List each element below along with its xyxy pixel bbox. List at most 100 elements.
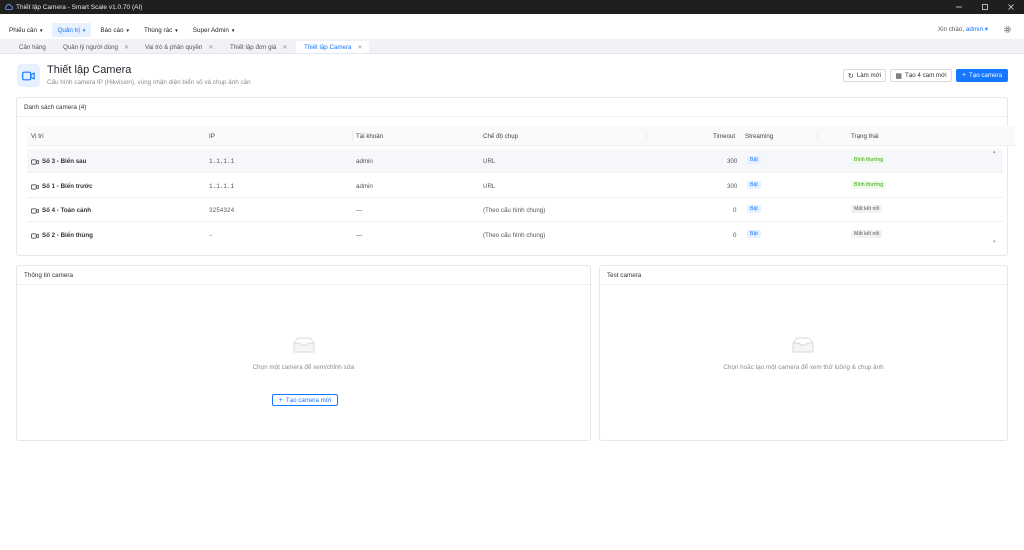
cell-capture-mode: URL [483,183,496,190]
menu-label: Thùng rác [143,26,173,34]
cell-account: admin [356,158,373,165]
column-divider [646,131,647,141]
camera-list-card: Danh sách camera (4) Vị trí IP Tài khoản… [16,97,1015,256]
close-tab-icon[interactable]: ✕ [282,44,287,51]
minimize-button[interactable] [946,0,972,14]
table-row[interactable]: Số 2 - Biển thùng – — (Theo cấu hình chu… [27,223,1003,247]
location-text: Số 4 - Toàn cảnh [42,207,92,214]
camera-icon [31,183,39,190]
refresh-button[interactable]: ↻ Làm mới [843,69,886,82]
menu-label: Super Admin [192,26,229,34]
streaming-badge: Bật [747,156,761,164]
minimize-icon [956,6,962,8]
create-camera-label: Tạo camera [969,72,1003,79]
scroll-down-arrow[interactable]: ▾ [993,239,996,245]
cell-location: Số 1 - Biển trước [31,183,92,190]
create-new-camera-label: Tạo camera mới [285,396,332,404]
table-row[interactable]: Số 3 - Biển sau 1.1.1.1 admin URL 300 Bậ… [27,149,1003,173]
tab-label: Cân hàng [19,43,46,51]
create-4-cameras-button[interactable]: ▦ Tạo 4 cam mới [890,69,952,82]
close-tab-icon[interactable]: ✕ [124,44,129,51]
greeting-text: Xin chào, [937,26,965,33]
cell-location: Số 3 - Biển sau [31,158,86,165]
table-header: Vị trí IP Tài khoản Chế độ chụp Timeout … [27,126,1015,146]
user-menu[interactable]: admin ▾ [966,26,988,33]
tab-label: Thiết lập Camera [304,43,352,51]
caret-down-icon: ▼ [81,27,87,33]
cloud-icon [4,4,13,10]
tab-label: Thiết lập đơn giá [230,43,277,51]
column-divider [817,131,818,141]
cell-ip: 1.1.1.1 [209,183,235,190]
camera-info-card: Thông tin camera Chọn một camera để xem/… [16,265,591,441]
tab-thiet-lap-camera[interactable]: Thiết lập Camera ✕ [296,41,369,53]
cell-location: Số 4 - Toàn cảnh [31,207,91,214]
page-title: Thiết lập Camera [47,64,132,76]
col-header-ip: IP [209,133,215,140]
refresh-label: Làm mới [856,72,882,79]
streaming-badge: Bật [747,205,761,213]
caret-down-icon: ▼ [125,27,130,33]
column-divider [352,131,353,141]
table-row[interactable]: Số 1 - Biển trước 1.1.1.1 admin URL 300 … [27,174,1003,198]
cell-timeout: 0 [733,232,737,239]
camera-info-title: Thông tin camera [17,266,590,285]
test-camera-card: Test camera Chọn hoặc tạo một camera để … [599,265,1008,441]
tab-bar: Cân hàng Quản lý người dùng ✕ Vai trò & p… [0,39,1024,54]
menu-quan-tri[interactable]: Quản trị ▼ [52,23,92,37]
menu-label: Phiếu cân [9,26,38,34]
caret-down-icon: ▼ [174,27,179,33]
col-header-streaming: Streaming [745,133,774,140]
gear-icon[interactable] [1003,25,1012,34]
col-header-timeout: Timeout [713,133,736,140]
page-subtitle: Cấu hình camera IP (Hikvision), vùng nhậ… [47,79,251,86]
window-title: Thiết lập Camera - Smart Scale v1.0.70 (… [16,3,143,11]
menu-label: Báo cáo [100,26,124,34]
table-row[interactable]: Số 4 - Toàn cảnh 3254324 — (Theo cấu hìn… [27,198,1003,222]
caret-down-icon: ▼ [39,27,44,33]
close-tab-icon[interactable]: ✕ [208,44,213,51]
cell-capture-mode: (Theo cấu hình chung) [483,207,546,214]
camera-info-empty-text: Chọn một camera để xem/chỉnh sửa [252,364,355,371]
location-text: Số 1 - Biển trước [42,183,93,190]
tab-can-hang[interactable]: Cân hàng [11,41,46,53]
streaming-badge: Bật [747,181,761,189]
status-badge: Mất kết nối [851,205,883,213]
caret-down-icon: ▼ [230,27,236,33]
empty-box-icon [792,337,814,353]
refresh-icon: ↻ [847,72,854,80]
tab-thiet-lap-don-gia[interactable]: Thiết lập đơn giá ✕ [222,41,287,53]
status-badge: Bình thường [851,156,887,164]
tab-vai-tro[interactable]: Vai trò & phân quyền ✕ [137,41,213,53]
test-camera-title: Test camera [600,266,1007,285]
col-header-status: Trạng thái [851,133,879,140]
col-header-account: Tài khoản [356,133,384,140]
cell-account: — [356,232,363,239]
page-header-icon [17,64,40,87]
close-tab-icon[interactable]: ✕ [357,44,362,51]
maximize-icon [982,4,988,10]
close-icon [1008,4,1014,10]
streaming-badge: Bật [747,230,761,238]
menu-phieu-can[interactable]: Phiếu cân ▼ [4,23,48,37]
close-window-button[interactable] [998,0,1024,14]
cell-location: Số 2 - Biển thùng [31,232,93,239]
status-badge: Bình thường [851,181,887,189]
menu-thung-rac[interactable]: Thùng rác ▼ [139,23,184,37]
cell-timeout: 0 [733,207,737,214]
col-header-capture-mode: Chế độ chụp [483,133,519,140]
grid-icon: ▦ [895,72,903,80]
create-camera-button[interactable]: + Tạo camera [956,69,1008,82]
menu-bao-cao[interactable]: Báo cáo ▼ [95,23,135,37]
scroll-up-arrow[interactable]: ▴ [993,149,996,155]
tab-label: Quản lý người dùng [63,43,118,51]
menu-super-admin[interactable]: Super Admin ▼ [188,23,241,37]
plus-icon: + [278,396,283,404]
menu-bar: Phiếu cân ▼ Quản trị ▼ Báo cáo ▼ Thùng rác ▼… [0,22,1024,38]
tab-quan-ly-nguoi-dung[interactable]: Quản lý người dùng ✕ [55,41,129,53]
cell-ip: 3254324 [209,207,235,214]
maximize-button[interactable] [972,0,998,14]
user-greeting: Xin chào, admin ▾ [938,26,988,33]
cell-account: — [356,207,363,214]
create-new-camera-button[interactable]: + Tạo camera mới [272,394,338,406]
